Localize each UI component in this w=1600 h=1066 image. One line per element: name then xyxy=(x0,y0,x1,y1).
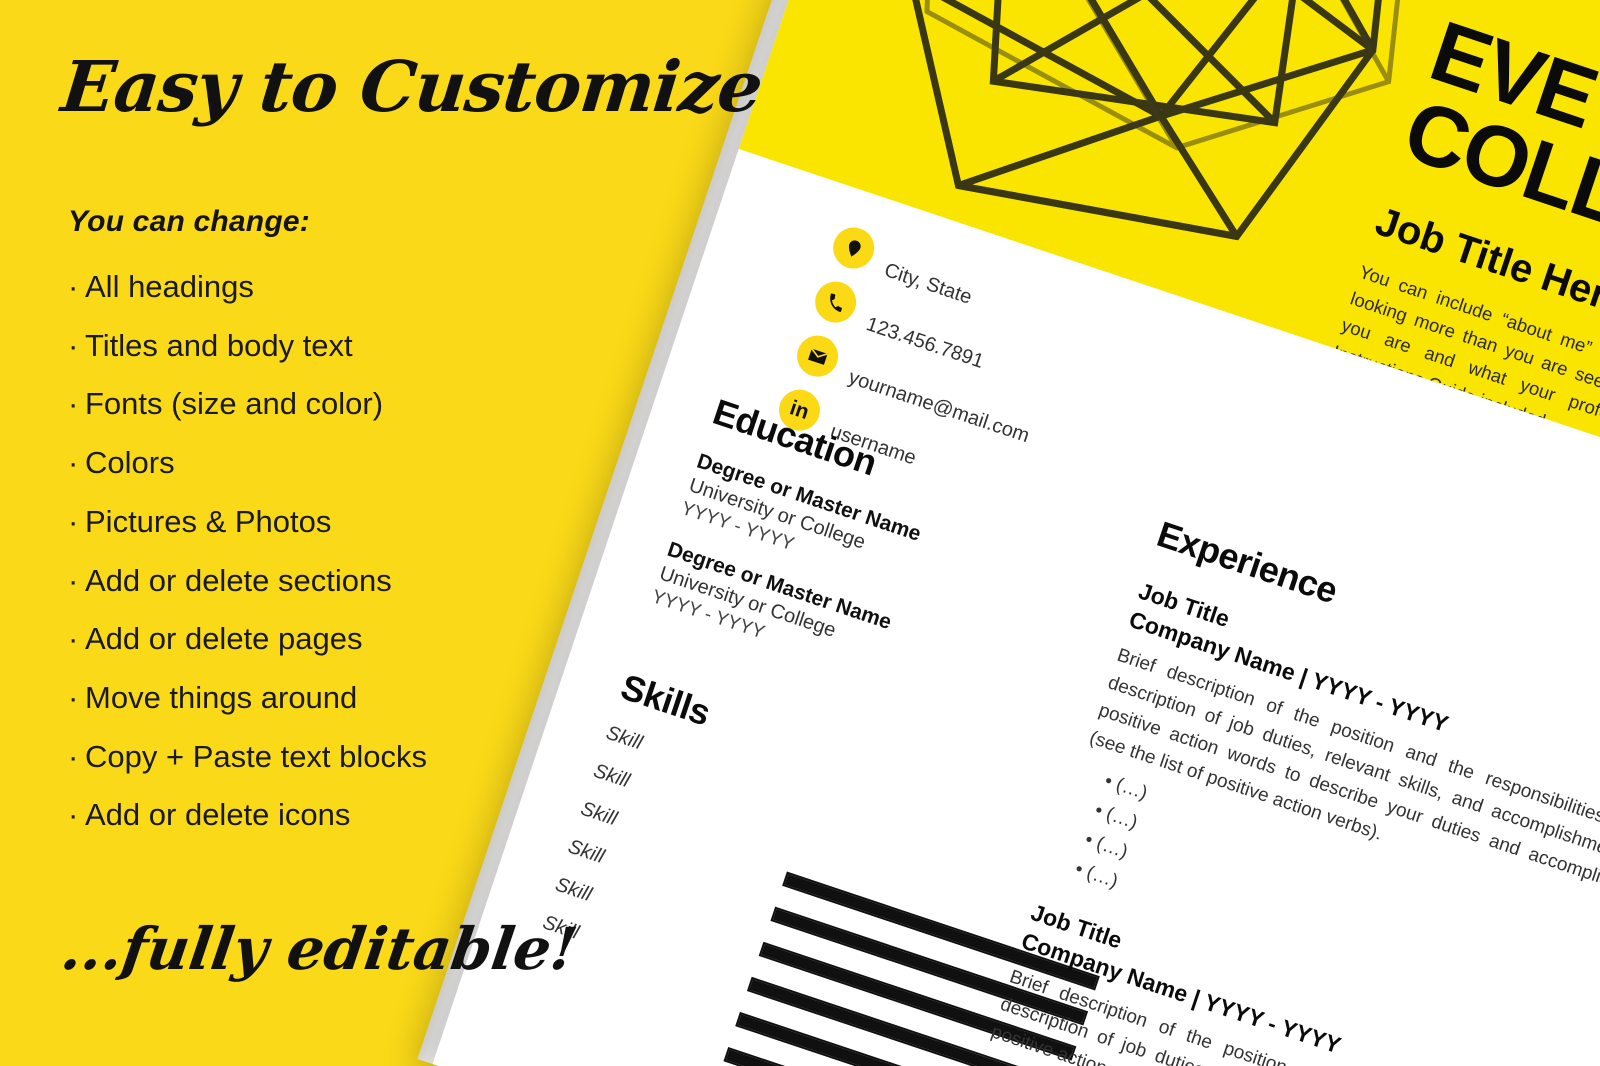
list-item-label: Add or delete icons xyxy=(85,797,351,833)
bullet-marker: · xyxy=(68,327,79,363)
promo-headline: Easy to Customize xyxy=(57,45,766,128)
list-item: · Add or delete pages xyxy=(68,610,427,669)
list-item-label: Copy + Paste text blocks xyxy=(85,738,428,774)
list-item-label: Move things around xyxy=(85,679,358,715)
list-item: · Fonts (size and color) xyxy=(68,375,427,434)
promo-subhead: You can change: xyxy=(68,205,310,238)
bullet-marker: · xyxy=(68,562,79,598)
promo-panel: Easy to Customize You can change: · All h… xyxy=(0,0,766,1066)
list-item-label: Fonts (size and color) xyxy=(85,386,384,422)
bullet-marker: · xyxy=(68,445,79,481)
list-item-label: Colors xyxy=(85,445,175,481)
phone-icon xyxy=(809,276,862,329)
list-item: · Copy + Paste text blocks xyxy=(68,728,427,787)
envelope-icon xyxy=(791,330,844,383)
promo-footer: ...fully editable! xyxy=(57,915,582,983)
list-item-label: Add or delete sections xyxy=(85,562,392,598)
list-item: · All headings xyxy=(68,258,427,317)
list-item: · Pictures & Photos xyxy=(68,493,427,552)
bullet-marker: · xyxy=(68,386,79,422)
bullet-marker: · xyxy=(68,738,79,774)
list-item-label: Pictures & Photos xyxy=(85,503,332,539)
list-item-label: Titles and body text xyxy=(85,327,353,363)
bullet-marker: · xyxy=(68,679,79,715)
list-item: · Move things around xyxy=(68,669,427,728)
list-item: · Add or delete icons xyxy=(68,786,427,845)
list-item: · Colors xyxy=(68,434,427,493)
list-item: · Add or delete sections xyxy=(68,552,427,611)
list-item-label: All headings xyxy=(85,269,254,304)
location-pin-icon xyxy=(827,222,880,274)
promo-feature-list: · All headings · Titles and body text · Fon… xyxy=(68,258,427,845)
list-item-label: Add or delete pages xyxy=(85,621,363,657)
bullet-marker: · xyxy=(68,269,79,304)
bullet-marker: · xyxy=(68,797,79,833)
list-item: · Titles and body text xyxy=(68,317,427,376)
bullet-marker: · xyxy=(68,621,79,657)
bullet-marker: · xyxy=(68,503,79,539)
